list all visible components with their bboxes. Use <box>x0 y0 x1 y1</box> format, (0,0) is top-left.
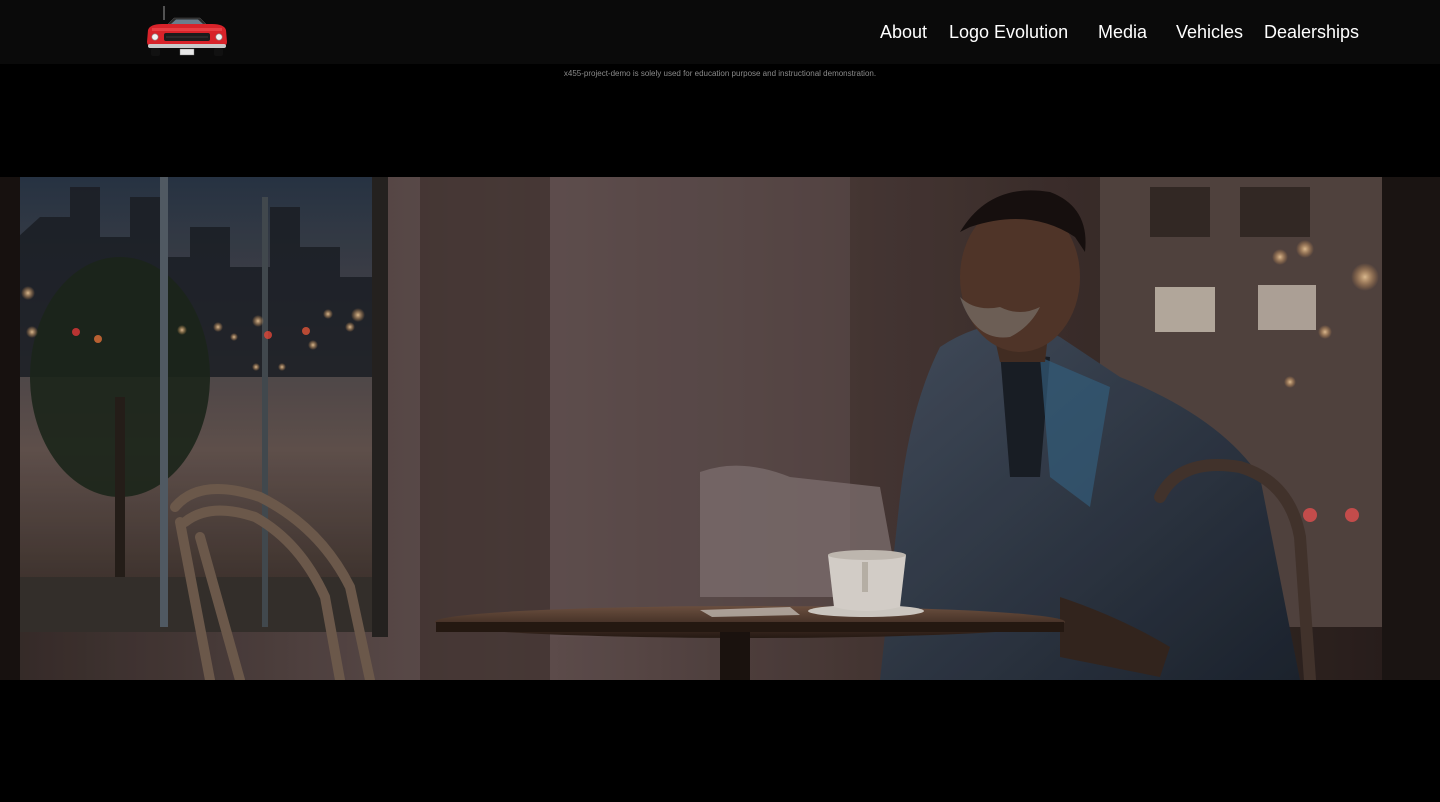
top-navbar: About Logo Evolution Media Vehicles Deal… <box>0 0 1440 64</box>
hero-video[interactable] <box>0 177 1440 680</box>
nav-link-logo-evolution[interactable]: Logo Evolution <box>949 20 1068 44</box>
nav-link-dealerships[interactable]: Dealerships <box>1264 20 1359 44</box>
nav-link-about[interactable]: About <box>880 20 927 44</box>
video-frame-cafe-scene <box>0 177 1440 680</box>
disclaimer-text: x455-project-demo is solely used for edu… <box>563 69 877 78</box>
nav-link-media[interactable]: Media <box>1098 20 1147 44</box>
nav-link-vehicles[interactable]: Vehicles <box>1176 20 1243 44</box>
main-navigation: About Logo Evolution Media Vehicles Deal… <box>0 0 1440 64</box>
